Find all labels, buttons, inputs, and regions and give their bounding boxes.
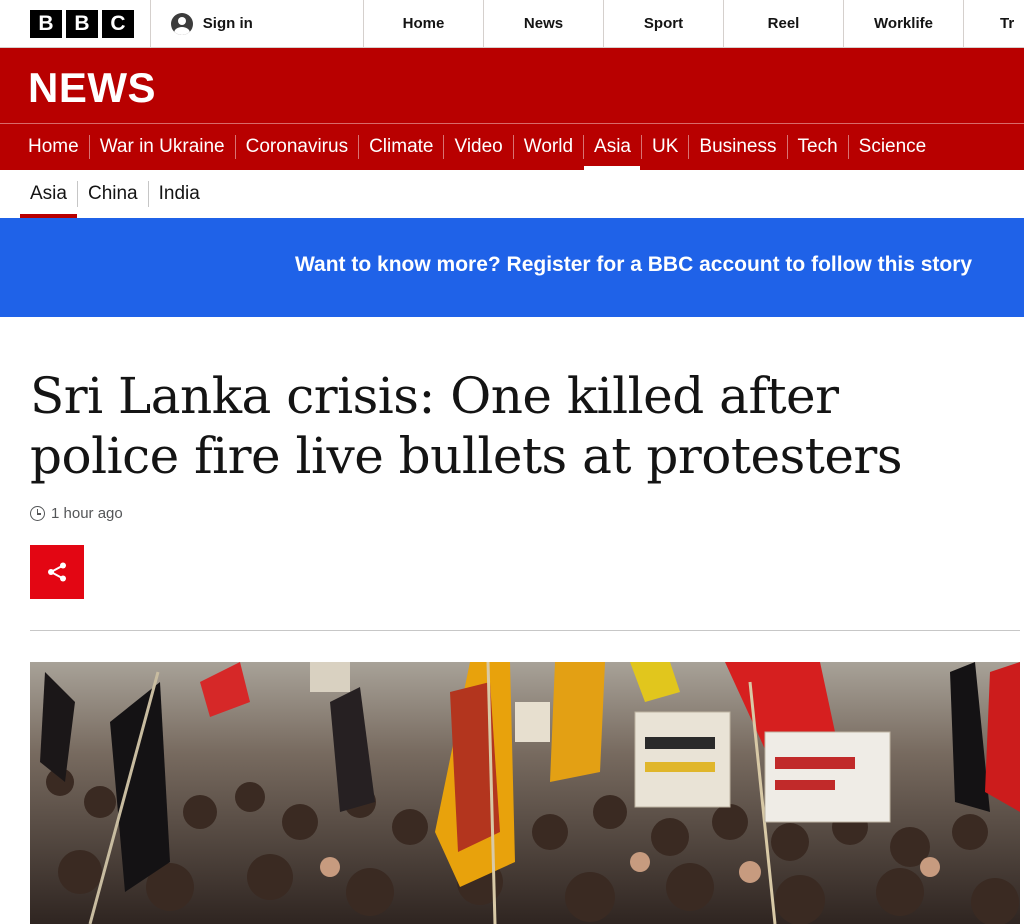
article-headline: Sri Lanka crisis: One killed after polic… <box>30 367 903 485</box>
top-nav-sport[interactable]: Sport <box>604 0 724 47</box>
share-button[interactable] <box>30 545 84 599</box>
article-timestamp: 1 hour ago <box>30 505 123 522</box>
sign-in-label: Sign in <box>202 15 253 32</box>
user-icon <box>170 12 193 35</box>
section-asia[interactable]: Asia <box>584 135 642 170</box>
timestamp-text: 1 hour ago <box>51 505 123 522</box>
section-science[interactable]: Science <box>849 135 937 159</box>
sub-nav-china[interactable]: China <box>78 181 149 207</box>
section-climate[interactable]: Climate <box>359 135 445 159</box>
article-hero-image <box>30 662 1020 924</box>
section-home[interactable]: Home <box>18 135 90 159</box>
section-video[interactable]: Video <box>444 135 514 159</box>
section-business[interactable]: Business <box>689 135 788 159</box>
section-tech[interactable]: Tech <box>788 135 849 159</box>
top-nav-travel[interactable]: Tr <box>964 0 1024 47</box>
bbc-logo-letter: C <box>102 9 134 38</box>
section-nav: Home War in Ukraine Coronavirus Climate … <box>0 124 1024 170</box>
sub-nav-asia[interactable]: Asia <box>20 181 78 218</box>
news-masthead: NEWS <box>0 48 1024 124</box>
bbc-logo[interactable]: B B C <box>0 0 151 47</box>
section-war-in-ukraine[interactable]: War in Ukraine <box>90 135 236 159</box>
register-banner: Want to know more? Register for a BBC ac… <box>0 218 1024 317</box>
sign-in-button[interactable]: Sign in <box>151 0 364 47</box>
section-coronavirus[interactable]: Coronavirus <box>236 135 360 159</box>
protest-crowd-image <box>30 662 1020 924</box>
bbc-logo-letter: B <box>30 9 62 38</box>
divider-rule <box>30 630 1020 631</box>
section-uk[interactable]: UK <box>642 135 690 159</box>
sub-nav: Asia China India <box>0 170 1024 218</box>
news-logo[interactable]: NEWS <box>28 64 156 112</box>
section-world[interactable]: World <box>514 135 585 159</box>
share-icon <box>48 562 66 582</box>
top-nav-worklife[interactable]: Worklife <box>844 0 964 47</box>
clock-icon <box>30 506 45 521</box>
top-nav-reel[interactable]: Reel <box>724 0 844 47</box>
top-nav-news[interactable]: News <box>484 0 604 47</box>
register-banner-link[interactable]: Want to know more? Register for a BBC ac… <box>295 253 972 277</box>
global-header: B B C Sign in Home News Sport Reel Workl… <box>0 0 1024 48</box>
bbc-logo-letter: B <box>66 9 98 38</box>
top-nav-home[interactable]: Home <box>364 0 484 47</box>
top-nav: Home News Sport Reel Worklife Tr <box>364 0 1024 47</box>
sub-nav-india[interactable]: India <box>149 181 210 207</box>
